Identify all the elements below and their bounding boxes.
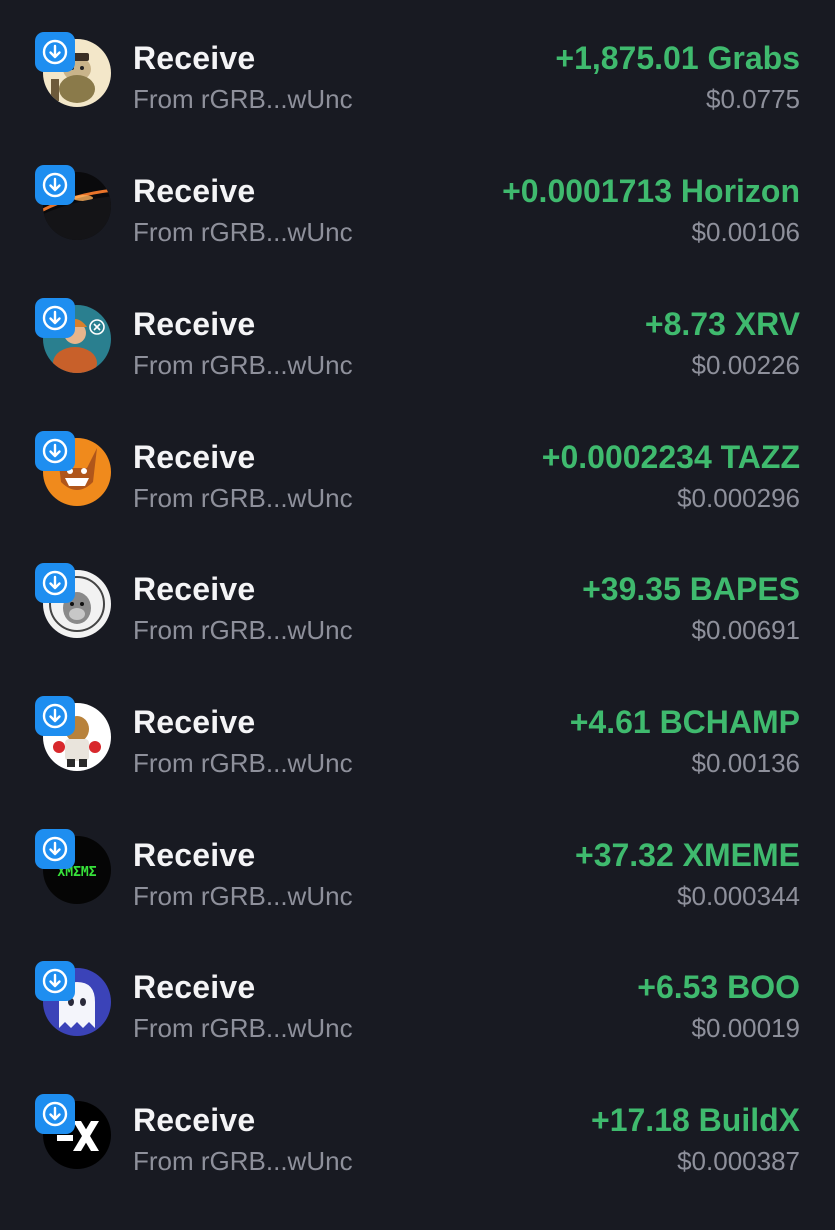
transaction-amount: +6.53 BOO — [637, 969, 800, 1005]
transaction-amount: +0.0002234 TAZZ — [541, 439, 800, 475]
transaction-type: Receive — [133, 173, 256, 209]
transaction-fiat-value: $0.00106 — [691, 217, 800, 247]
transaction-fiat-value: $0.000296 — [677, 483, 800, 513]
transaction-row[interactable]: Receive From rGRB...wUnc +0.0001713 Hori… — [0, 165, 835, 301]
transaction-fiat-value: $0.00691 — [691, 615, 800, 645]
transaction-amount: +17.18 BuildX — [591, 1102, 800, 1138]
transaction-sender: From rGRB...wUnc — [133, 881, 353, 911]
transaction-type: Receive — [133, 837, 256, 873]
transaction-type: Receive — [133, 439, 256, 475]
transaction-fiat-value: $0.000344 — [677, 881, 800, 911]
transaction-sender: From rGRB...wUnc — [133, 748, 353, 778]
transaction-sender: From rGRB...wUnc — [133, 1146, 353, 1176]
receive-arrow-icon — [35, 431, 75, 471]
transaction-row[interactable]: Receive From rGRB...wUnc +1,875.01 Grabs… — [0, 32, 835, 168]
transaction-sender: From rGRB...wUnc — [133, 615, 353, 645]
transaction-sender: From rGRB...wUnc — [133, 483, 353, 513]
transaction-amount: +37.32 XMEME — [575, 837, 800, 873]
transaction-fiat-value: $0.000387 — [677, 1146, 800, 1176]
transaction-amount: +1,875.01 Grabs — [555, 40, 800, 76]
transaction-row[interactable]: Receive From rGRB...wUnc +39.35 BAPES $0… — [0, 563, 835, 699]
receive-arrow-icon — [35, 563, 75, 603]
receive-arrow-icon — [35, 165, 75, 205]
receive-arrow-icon — [35, 1094, 75, 1134]
transaction-sender: From rGRB...wUnc — [133, 1013, 353, 1043]
transaction-sender: From rGRB...wUnc — [133, 350, 353, 380]
receive-arrow-icon — [35, 32, 75, 72]
transaction-list: Receive From rGRB...wUnc +1,875.01 Grabs… — [0, 0, 835, 1200]
transaction-type: Receive — [133, 571, 256, 607]
transaction-amount: +8.73 XRV — [644, 306, 800, 342]
transaction-type: Receive — [133, 704, 256, 740]
transaction-sender: From rGRB...wUnc — [133, 217, 353, 247]
receive-arrow-icon — [35, 298, 75, 338]
transaction-sender: From rGRB...wUnc — [133, 84, 353, 114]
transaction-type: Receive — [133, 40, 256, 76]
transaction-type: Receive — [133, 306, 256, 342]
transaction-row[interactable]: Receive From rGRB...wUnc +17.18 BuildX $… — [0, 1094, 835, 1230]
transaction-row[interactable]: Receive From rGRB...wUnc +8.73 XRV $0.00… — [0, 298, 835, 434]
transaction-type: Receive — [133, 969, 256, 1005]
receive-arrow-icon — [35, 829, 75, 869]
transaction-fiat-value: $0.0775 — [706, 84, 800, 114]
receive-arrow-icon — [35, 961, 75, 1001]
transaction-fiat-value: $0.00226 — [691, 350, 800, 380]
transaction-amount: +4.61 BCHAMP — [569, 704, 800, 740]
transaction-row[interactable]: Receive From rGRB...wUnc +6.53 BOO $0.00… — [0, 961, 835, 1097]
transaction-type: Receive — [133, 1102, 256, 1138]
receive-arrow-icon — [35, 696, 75, 736]
transaction-row[interactable]: XMΣMΣ Receive From rGRB...wUnc +37.32 XM… — [0, 829, 835, 965]
transaction-amount: +39.35 BAPES — [582, 571, 800, 607]
transaction-fiat-value: $0.00019 — [691, 1013, 800, 1043]
transaction-row[interactable]: Receive From rGRB...wUnc +4.61 BCHAMP $0… — [0, 696, 835, 832]
transaction-amount: +0.0001713 Horizon — [502, 173, 800, 209]
transaction-row[interactable]: Receive From rGRB...wUnc +0.0002234 TAZZ… — [0, 431, 835, 567]
transaction-fiat-value: $0.00136 — [691, 748, 800, 778]
